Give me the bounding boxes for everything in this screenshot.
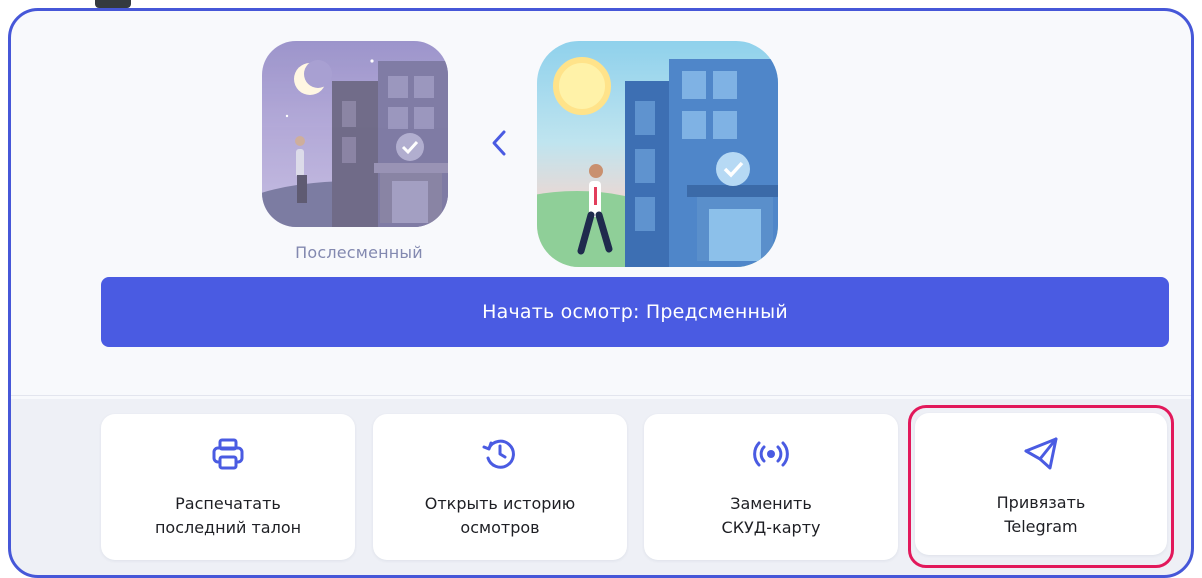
history-icon xyxy=(482,439,515,469)
print-last-ticket-label: Распечатать последний талон xyxy=(154,494,302,537)
chevron-left-icon xyxy=(492,130,506,156)
link-telegram-button[interactable]: Привязать Telegram xyxy=(915,413,1167,555)
section-divider xyxy=(11,395,1191,396)
day-building-illustration xyxy=(537,57,778,267)
replace-access-card-label: Заменить СКУД-карту xyxy=(721,494,821,537)
nfc-signal-icon xyxy=(753,441,789,467)
link-telegram-label: Привязать Telegram xyxy=(996,493,1086,536)
pre-shift-option-image[interactable] xyxy=(537,41,778,267)
top-cutoff-element xyxy=(95,0,131,8)
start-inspection-button[interactable]: Начать осмотр: Предсменный xyxy=(101,277,1169,347)
print-last-ticket-button[interactable]: Распечатать последний талон xyxy=(101,414,355,560)
printer-icon xyxy=(212,438,244,470)
app-window: Послесменный Начать осмотр: Предсменный … xyxy=(8,8,1194,578)
open-history-button[interactable]: Открыть историю осмотров xyxy=(373,414,627,560)
post-shift-option-image[interactable] xyxy=(262,41,448,227)
open-history-label: Открыть историю осмотров xyxy=(424,494,576,537)
replace-access-card-button[interactable]: Заменить СКУД-карту xyxy=(644,414,898,560)
post-shift-label: Послесменный xyxy=(295,243,423,262)
telegram-icon xyxy=(1024,437,1058,470)
night-building-illustration xyxy=(262,59,448,227)
